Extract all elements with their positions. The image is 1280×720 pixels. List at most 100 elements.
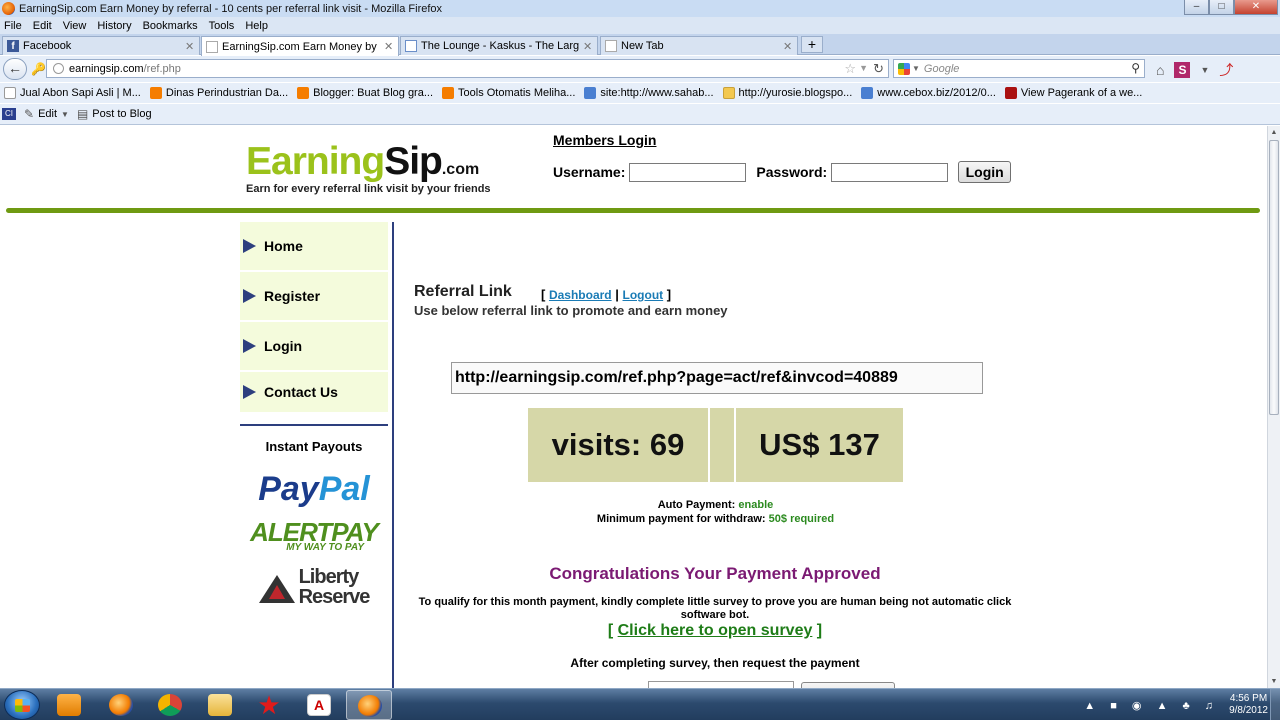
close-tab-icon[interactable]: ✕: [384, 40, 394, 53]
liberty-reserve-logo: Liberty Reserve: [240, 567, 388, 607]
scroll-thumb[interactable]: [1269, 140, 1279, 415]
search-engine-dropdown-icon[interactable]: ▼: [912, 64, 920, 73]
tab-new-tab[interactable]: New Tab ✕: [600, 36, 798, 55]
min-payment-label: Minimum payment for withdraw:: [596, 513, 766, 525]
folder-icon: [208, 694, 232, 716]
site-identity-icon[interactable]: [53, 63, 64, 74]
arrow-right-icon: [243, 385, 256, 399]
bookmark-label: site:http://www.sahab...: [600, 87, 714, 99]
blogger-icon: [149, 87, 162, 99]
search-icon[interactable]: ⚲: [1131, 61, 1140, 75]
dashboard-link[interactable]: Dashboard: [549, 288, 612, 302]
addon-dropdown-icon[interactable]: ▼: [1200, 65, 1209, 75]
menu-history[interactable]: History: [97, 20, 131, 32]
username-field[interactable]: [629, 162, 747, 182]
new-tab-button[interactable]: +: [801, 36, 823, 53]
login-button[interactable]: Login: [958, 161, 1012, 183]
sidebar-item-contact-us[interactable]: Contact Us: [240, 372, 388, 414]
sidebar-item-home[interactable]: Home: [240, 222, 388, 272]
address-bar[interactable]: earningsip.com/ref.php ☆ ▼ ↻: [46, 59, 889, 78]
firefox-icon: [358, 695, 382, 717]
clock-date: 9/8/2012: [1229, 705, 1268, 716]
taskbar-explorer[interactable]: [197, 690, 243, 720]
google-search-icon: [861, 87, 874, 99]
post-to-blog-button[interactable]: Post to Blog: [92, 108, 151, 120]
close-tab-icon[interactable]: ✕: [783, 40, 793, 53]
taskbar-star-app[interactable]: ★: [246, 690, 292, 720]
menu-view[interactable]: View: [63, 20, 87, 32]
window-title: EarningSip.com Earn Money by referral - …: [19, 2, 443, 15]
url-dropdown-icon[interactable]: ▼: [859, 63, 868, 73]
bookmark-item[interactable]: Blogger: Buat Blog gra...: [297, 87, 433, 99]
navbar-right-icons: ⌂ S ▼ ⤴: [1156, 60, 1233, 80]
taskbar-chrome[interactable]: [147, 690, 193, 720]
bookmark-item[interactable]: Tools Otomatis Meliha...: [442, 87, 575, 99]
earnings-amount: US$ 137: [736, 408, 903, 482]
page-icon: [605, 40, 617, 52]
auto-payment-label: Auto Payment:: [657, 499, 736, 511]
scroll-up-icon[interactable]: ▲: [1268, 126, 1280, 139]
congrats-heading: Congratulations Your Payment Approved: [549, 564, 881, 583]
bookmark-item[interactable]: Jual Abon Sapi Asli | M...: [4, 87, 141, 99]
menu-file[interactable]: File: [4, 20, 22, 32]
scroll-down-icon[interactable]: ▼: [1268, 675, 1280, 688]
clock[interactable]: 4:56 PM 9/8/2012: [1229, 693, 1268, 717]
maximize-button[interactable]: □: [1209, 0, 1234, 15]
referral-url-field[interactable]: http://earningsip.com/ref.php?page=act/r…: [451, 362, 983, 394]
bookmark-star-icon[interactable]: ☆: [844, 61, 856, 77]
edit-dropdown-icon[interactable]: ▼: [61, 110, 69, 119]
taskbar-firefox-active[interactable]: [346, 690, 392, 720]
close-tab-icon[interactable]: ✕: [185, 40, 195, 53]
bookmark-item[interactable]: www.cebox.biz/2012/0...: [861, 87, 996, 99]
pagerank-icon: [1004, 87, 1017, 99]
menu-tools[interactable]: Tools: [209, 20, 235, 32]
home-icon[interactable]: ⌂: [1156, 62, 1164, 78]
tray-icons[interactable]: ▲ ■ ◉ ▲ ♣ ♫: [1084, 699, 1219, 712]
minimize-button[interactable]: –: [1184, 0, 1209, 15]
arrow-right-icon: [243, 289, 256, 303]
menu-help[interactable]: Help: [245, 20, 268, 32]
tab-kaskus[interactable]: The Lounge - Kaskus - The Largest In... …: [400, 36, 598, 55]
site-logo[interactable]: EarningSip.com: [246, 140, 479, 184]
auto-payment-value: enable: [738, 499, 774, 511]
start-button[interactable]: [4, 690, 40, 720]
kaskus-icon: [405, 40, 417, 52]
taskbar-acrobat[interactable]: A: [296, 690, 342, 720]
pdf-icon: A: [307, 694, 331, 716]
edit-button[interactable]: Edit: [38, 108, 57, 120]
close-window-button[interactable]: ✕: [1234, 0, 1278, 15]
bookmark-item[interactable]: http://yurosie.blogspo...: [722, 87, 852, 99]
tab-label: EarningSip.com Earn Money by referr...: [222, 40, 380, 53]
page-scrollbar[interactable]: ▲ ▼: [1267, 126, 1280, 688]
stats-separator: [708, 408, 736, 482]
sidebar-item-register[interactable]: Register: [240, 272, 388, 322]
ci-icon[interactable]: CI: [2, 108, 16, 120]
addon-arrow-icon[interactable]: ⤴: [1219, 60, 1233, 80]
payment-request-field[interactable]: [648, 681, 794, 688]
addon-s-icon[interactable]: S: [1174, 62, 1191, 78]
menu-edit[interactable]: Edit: [33, 20, 52, 32]
tab-earningsip[interactable]: EarningSip.com Earn Money by referr... ✕: [201, 36, 399, 56]
logout-link[interactable]: Logout: [623, 288, 664, 302]
bookmark-item[interactable]: View Pagerank of a we...: [1004, 87, 1142, 99]
back-button[interactable]: ←: [3, 58, 27, 80]
google-icon[interactable]: [898, 62, 910, 75]
menu-bookmarks[interactable]: Bookmarks: [143, 20, 198, 32]
tab-facebook[interactable]: f Facebook ✕: [2, 36, 200, 55]
reload-icon[interactable]: ↻: [873, 61, 884, 77]
sidebar-item-login[interactable]: Login: [240, 322, 388, 372]
bookmark-item[interactable]: site:http://www.sahab...: [584, 87, 714, 99]
password-field[interactable]: [831, 162, 949, 182]
close-tab-icon[interactable]: ✕: [583, 40, 593, 53]
taskbar-media-player[interactable]: [46, 690, 92, 720]
bookmark-item[interactable]: Dinas Perindustrian Da...: [149, 87, 288, 99]
open-survey-link[interactable]: Click here to open survey: [618, 622, 813, 639]
taskbar-firefox-pinned[interactable]: [98, 690, 144, 720]
show-desktop-button[interactable]: [1270, 689, 1280, 720]
star-icon: ★: [257, 690, 281, 720]
search-placeholder: Google: [923, 62, 960, 75]
firefox-icon: [2, 2, 15, 15]
search-box[interactable]: ▼ Google ⚲: [893, 59, 1145, 78]
sidebar-divider: [240, 424, 388, 426]
min-payment-value: 50$ required: [768, 513, 835, 525]
